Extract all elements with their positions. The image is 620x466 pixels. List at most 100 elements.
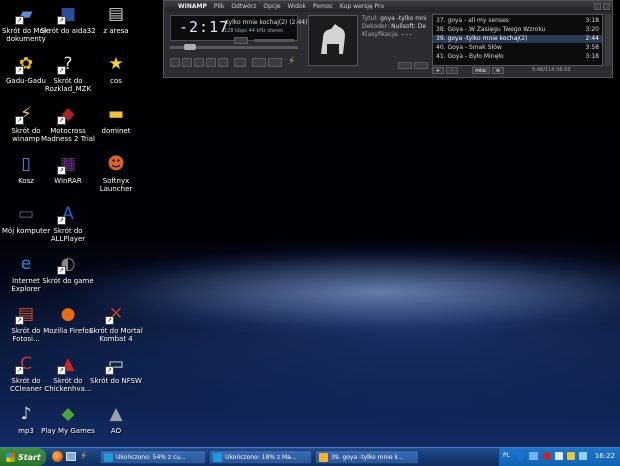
taskbar-task-3[interactable]: 39. goya -tylko mnie k... — [315, 450, 419, 464]
volume-slider[interactable] — [254, 39, 294, 42]
desktop-icon[interactable]: ★ cos — [88, 53, 144, 85]
motocross-icon: ◆ ↗ — [57, 104, 75, 125]
shortcut-arrow-icon: ↗ — [105, 316, 114, 325]
monitor-icon[interactable] — [579, 452, 587, 460]
pause-button[interactable] — [194, 58, 204, 67]
playlist: 37. goya - all my senses 3:18 38. Goya - W… — [432, 14, 603, 66]
desktop-icon[interactable]: ◐ ↗ Skrót do game — [40, 253, 96, 285]
desktop-quicklaunch-icon[interactable] — [66, 452, 76, 461]
update-icon[interactable] — [567, 452, 575, 460]
desktop-icon[interactable]: A ↗ Skrót do ALLPlayer — [40, 203, 96, 243]
menu-plik[interactable]: Plik — [214, 3, 224, 10]
playlist-add-button[interactable]: + — [432, 67, 444, 74]
desktop-icon-label: cos — [110, 77, 122, 85]
rating-label: Klasyfikacja: — [362, 31, 400, 38]
menu-opcje[interactable]: Opcje — [263, 3, 280, 10]
ao-icon: ▲ — [109, 404, 123, 424]
close-button[interactable] — [603, 3, 610, 10]
minimize-button[interactable] — [594, 3, 601, 10]
winamp-menubar: WINAMP Plik Odtwórz Opcje Widok Pomoc Ku… — [164, 1, 612, 12]
antivirus-icon[interactable] — [543, 452, 551, 460]
playlist-item-name: 38. Goya - W Zasięgu Twego Wzroku — [436, 26, 546, 33]
track-metadata: Tytuł: goya -tylko mni Dekoder: Nullsoft… — [362, 15, 428, 39]
shortcut-arrow-icon: ↗ — [57, 66, 66, 75]
taskbar-task-2[interactable]: Ukończono: 18% z Ma... — [209, 450, 312, 464]
desktop-icon-label: AO — [110, 427, 122, 435]
seek-handle[interactable] — [184, 44, 196, 50]
now-playing-title: -tylko mnie kochaj(2) (2:44) — [224, 19, 308, 26]
playlist-total-time: 5:48/114:36:03 — [532, 67, 571, 73]
desktop-icon[interactable]: ✕ ↗ Skrót do Mortal Kombat 4 — [88, 303, 144, 343]
taskbar-task-1[interactable]: Ukończono: 54% z cu... — [100, 450, 206, 464]
menu-widok[interactable]: Widok — [288, 3, 306, 10]
playlist-item-name: 41. Goya - Było Minęło — [436, 53, 504, 60]
menu-kup-pro[interactable]: Kup wersję Pro — [340, 3, 384, 10]
start-button[interactable]: Start — [0, 448, 46, 466]
menu-odtworz[interactable]: Odtwórz — [231, 3, 256, 10]
my-computer-icon: ▭ — [17, 204, 35, 224]
playlist-manage-button[interactable]: ≡ — [492, 67, 504, 74]
desktop-icon-label: Softnyx Launcher — [99, 177, 133, 193]
unknown-file-icon: ? ↗ — [57, 54, 73, 75]
title-value: goya -tylko mni — [380, 15, 427, 22]
shortcut-file-icon: ▤ — [107, 4, 125, 24]
shortcut-arrow-icon: ↗ — [57, 116, 66, 125]
title-label: Tytuł: — [362, 15, 379, 22]
repeat-button[interactable] — [268, 58, 282, 67]
playlist-scrollbar[interactable] — [605, 14, 611, 66]
clock[interactable]: 16:22 — [595, 452, 615, 460]
playlist-misc-button[interactable]: misc — [472, 67, 490, 74]
shortcut-arrow-icon: ↗ — [57, 16, 66, 25]
desktop-icon[interactable]: ▤ z aresa — [88, 3, 144, 35]
network-icon[interactable] — [529, 452, 538, 460]
star-icon: ★ — [108, 54, 124, 74]
next-button[interactable] — [218, 58, 228, 67]
desktop-icon[interactable]: ▬ dominet — [88, 103, 144, 135]
meta-button[interactable] — [398, 62, 412, 69]
meta-options-button[interactable] — [414, 62, 428, 69]
play-my-games-icon: ◆ — [61, 404, 75, 424]
previous-button[interactable] — [170, 58, 180, 67]
elapsed-time[interactable]: -2:17 — [179, 18, 229, 36]
eq-button[interactable] — [234, 37, 248, 44]
playlist-item[interactable]: 38. Goya - W Zasięgu Twego Wzroku 3:20 — [433, 26, 602, 34]
desktop-icon[interactable]: ▲ AO — [88, 403, 144, 435]
eject-button[interactable] — [234, 58, 246, 67]
shortcut-arrow-icon: ↗ — [15, 16, 24, 25]
playlist-item-duration: 2:44 — [585, 35, 599, 42]
photoshop-file-icon: ▤ ↗ — [15, 304, 35, 325]
shuffle-button[interactable] — [252, 58, 266, 67]
shortcut-arrow-icon: ↗ — [15, 316, 24, 325]
menu-pomoc[interactable]: Pomoc — [313, 3, 333, 10]
playlist-item[interactable]: 41. Goya - Było Minęło 3:18 — [433, 53, 602, 61]
playlist-item-duration: 3:18 — [585, 53, 599, 60]
winamp-icon — [319, 452, 328, 462]
firefox-icon: ● — [60, 304, 76, 324]
playlist-item[interactable]: 39. goya -tylko mnie kochaj(2) 2:44 — [433, 35, 602, 43]
system-tray: PL 16:22 — [498, 448, 620, 466]
playlist-footer: + - misc ≡ 5:48/114:36:03 — [432, 67, 603, 75]
desktop-icon[interactable]: ☻ Softnyx Launcher — [88, 153, 144, 193]
playlist-item[interactable]: 40. Goya - Smak Słów 3:58 — [433, 44, 602, 52]
stop-button[interactable] — [206, 58, 216, 67]
winrar-icon: ▦ ↗ — [57, 154, 77, 175]
shortcut-arrow-icon: ↗ — [57, 366, 66, 375]
volume-icon[interactable] — [555, 452, 563, 460]
decoder-label: Dekoder: — [362, 23, 390, 30]
rating-value[interactable]: - - - — [401, 31, 411, 38]
play-button[interactable] — [182, 58, 192, 67]
firefox-quicklaunch-icon[interactable] — [52, 451, 63, 462]
playlist-item[interactable]: 37. goya - all my senses 3:18 — [433, 17, 602, 25]
bluetooth-icon[interactable] — [517, 451, 524, 461]
shortcut-arrow-icon: ↗ — [57, 216, 66, 225]
shortcut-arrow-icon: ↗ — [15, 366, 24, 375]
desktop-icon-label: Skrót do NFSW — [90, 377, 142, 385]
playlist-remove-button[interactable]: - — [446, 67, 458, 74]
quick-launch: ⚡ — [52, 451, 96, 463]
language-indicator[interactable]: PL — [503, 452, 510, 459]
desktop-icon[interactable]: ▭ ↗ Skrót do NFSW — [88, 353, 144, 385]
winamp-quicklaunch-icon[interactable]: ⚡ — [80, 451, 87, 462]
start-label: Start — [18, 452, 41, 462]
winamp-window[interactable]: WINAMP Plik Odtwórz Opcje Widok Pomoc Ku… — [163, 0, 613, 78]
download-icon — [213, 452, 222, 462]
